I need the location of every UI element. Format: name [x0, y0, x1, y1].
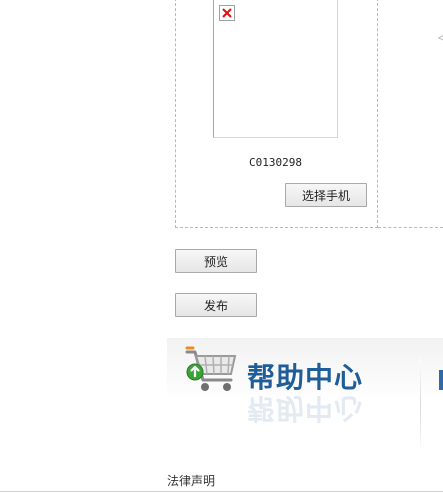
preview-button[interactable]: 预览 [175, 249, 257, 273]
edge-glyph: ◁ [438, 30, 443, 44]
page: C0130298 选择手机 ◁ 预览 发布 帮助中心 帮助中心 法律声明 [0, 0, 443, 494]
banner-divider [420, 358, 421, 453]
shopping-cart-icon [185, 346, 237, 391]
product-code: C0130298 [249, 156, 302, 169]
broken-image-icon [219, 5, 235, 21]
footer-divider [0, 491, 443, 492]
help-center-banner[interactable]: 帮助中心 帮助中心 [167, 338, 443, 456]
legal-notice-link[interactable]: 法律声明 [167, 472, 215, 489]
banner-edge-mark [439, 370, 443, 390]
publish-button[interactable]: 发布 [175, 293, 257, 317]
panel-divider [378, 227, 443, 228]
choose-phone-button[interactable]: 选择手机 [285, 183, 367, 207]
help-center-title-reflection: 帮助中心 [247, 392, 364, 425]
